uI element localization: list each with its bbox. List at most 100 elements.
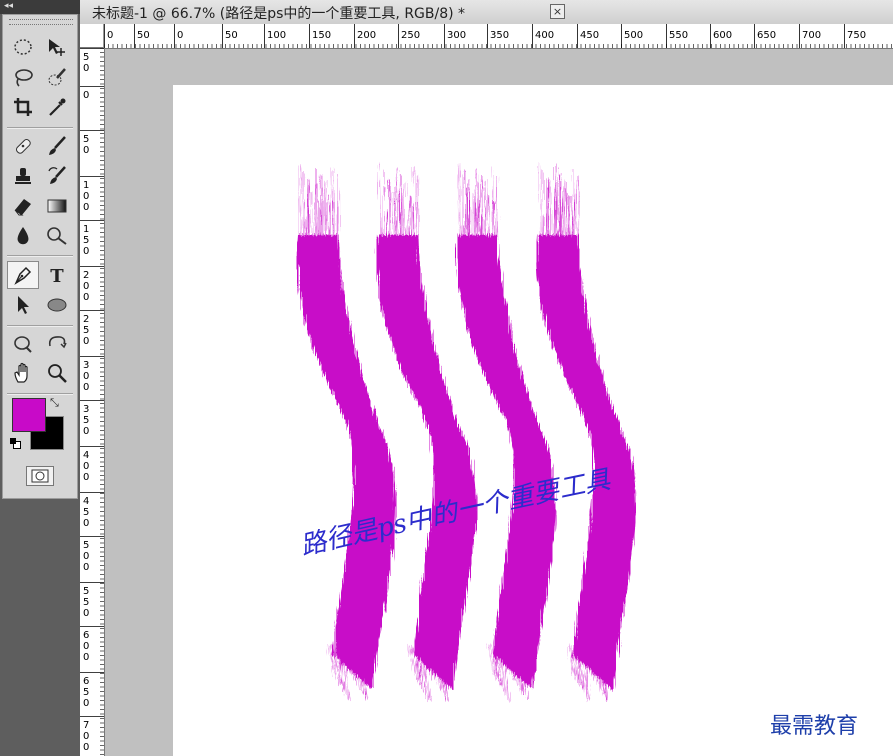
- brush-tool-button[interactable]: [41, 132, 73, 160]
- document-canvas[interactable]: 路径是ps中的一个重要工具: [173, 85, 893, 756]
- ellipse-tool-button[interactable]: [41, 291, 73, 319]
- ruler-label: 3: [83, 404, 89, 415]
- stamp-icon: [15, 168, 31, 184]
- lasso-tool-button[interactable]: [7, 63, 39, 91]
- ruler-label: 0: [83, 426, 89, 437]
- toolbox-header[interactable]: ◂◂: [0, 0, 80, 14]
- ruler-label: 0: [83, 90, 89, 101]
- lasso-icon: [15, 69, 33, 87]
- history-brush-tool-button[interactable]: [41, 162, 73, 190]
- quick-selection-tool-button[interactable]: [41, 63, 73, 91]
- dodge-icon: [47, 227, 67, 245]
- toolbox-divider: [7, 325, 73, 327]
- ruler-label: 600: [713, 30, 732, 41]
- horizontal-ruler[interactable]: 0 50 0 50 100 150 200 250 300 350 400 450 500 550 600 6…: [104, 24, 893, 49]
- ruler-label: 250: [401, 30, 420, 41]
- ruler-label: 0: [83, 461, 89, 472]
- ruler-label: 1: [83, 224, 89, 235]
- ruler-label: 0: [83, 742, 89, 753]
- ruler-label: 5: [83, 597, 89, 608]
- move-tool-button[interactable]: [41, 33, 73, 61]
- brush-stroke: [377, 235, 476, 690]
- type-tool-button[interactable]: T: [41, 261, 73, 289]
- brush-stroke: [537, 235, 636, 690]
- ruler-label: 0: [83, 518, 89, 529]
- zoom-tool-button[interactable]: [41, 359, 73, 387]
- path-selection-tool-button[interactable]: [7, 291, 39, 319]
- vertical-ruler[interactable]: 5005010015020025030035040045050055060065…: [80, 48, 105, 756]
- ruler-label: 1: [83, 180, 89, 191]
- toolbox: ◂◂ T ⤡: [0, 0, 80, 756]
- ruler-label: 6: [83, 676, 89, 687]
- ruler-label: 4: [83, 450, 89, 461]
- ruler-label: 0: [107, 30, 113, 41]
- water-drop-icon: [17, 227, 29, 245]
- blur-tool-button[interactable]: [7, 222, 39, 250]
- ruler-label: 5: [83, 507, 89, 518]
- eraser-tool-button[interactable]: [7, 192, 39, 220]
- ruler-label: 0: [83, 336, 89, 347]
- ruler-label: 5: [83, 415, 89, 426]
- ruler-label: 0: [83, 472, 89, 483]
- svg-text:T: T: [50, 266, 64, 286]
- watermark: 最需教育: [770, 714, 859, 739]
- ruler-label: 650: [757, 30, 776, 41]
- brush-stroke: [457, 235, 556, 690]
- gradient-tool-button[interactable]: [41, 192, 73, 220]
- ruler-label: 4: [83, 496, 89, 507]
- ruler-label: 50: [225, 30, 238, 41]
- brush-stroke: [297, 235, 396, 690]
- ruler-label: 2: [83, 314, 89, 325]
- default-colors-icon[interactable]: [10, 438, 21, 449]
- ruler-label: 0: [83, 292, 89, 303]
- panel-grip[interactable]: [9, 19, 73, 25]
- eraser-icon: [14, 199, 31, 216]
- hand-tool-button[interactable]: [7, 359, 39, 387]
- eyedropper-tool-button[interactable]: [41, 93, 73, 121]
- move-icon: [49, 39, 65, 56]
- 3d-orbit-tool-button[interactable]: [41, 329, 73, 357]
- ruler-label: 300: [447, 30, 466, 41]
- ruler-label: 350: [490, 30, 509, 41]
- ruler-label: 6: [83, 630, 89, 641]
- close-document-button[interactable]: ×: [550, 4, 565, 19]
- quick-mask-button[interactable]: [26, 466, 54, 486]
- ruler-label: 5: [83, 52, 89, 63]
- 3d-rotate-icon: [14, 336, 32, 353]
- crop-tool-button[interactable]: [7, 93, 39, 121]
- marquee-tool-button[interactable]: [7, 33, 39, 61]
- ruler-label: 700: [802, 30, 821, 41]
- canvas-artwork: 路径是ps中的一个重要工具: [297, 164, 636, 701]
- gradient-icon: [47, 199, 67, 213]
- clone-stamp-tool-button[interactable]: [7, 162, 39, 190]
- hand-icon: [14, 362, 28, 383]
- toolbox-divider: [7, 255, 73, 257]
- document-tab[interactable]: 未标题-1 @ 66.7% (路径是ps中的一个重要工具, RGB/8) * ×: [80, 0, 893, 25]
- ruler-label: 750: [847, 30, 866, 41]
- ruler-label: 0: [83, 731, 89, 742]
- ruler-label: 5: [83, 687, 89, 698]
- ruler-label: 0: [83, 246, 89, 257]
- ruler-label: 400: [535, 30, 554, 41]
- pen-tool-button[interactable]: [7, 261, 39, 289]
- ruler-label: 0: [83, 698, 89, 709]
- ruler-label: 0: [83, 371, 89, 382]
- ruler-label: 0: [83, 608, 89, 619]
- ruler-label: 450: [580, 30, 599, 41]
- arrow-cursor-icon: [18, 296, 29, 314]
- collapse-toolbox-button[interactable]: ◂◂: [4, 1, 13, 11]
- ruler-origin[interactable]: [80, 24, 104, 48]
- swap-colors-icon[interactable]: ⤡: [50, 396, 59, 410]
- foreground-color-swatch[interactable]: [12, 398, 46, 432]
- toolbox-divider: [7, 393, 73, 395]
- ruler-label: 0: [83, 551, 89, 562]
- bandage-icon: [15, 138, 31, 154]
- ruler-label: 2: [83, 270, 89, 281]
- dodge-tool-button[interactable]: [41, 222, 73, 250]
- ruler-label: 150: [312, 30, 331, 41]
- 3d-rotate-tool-button[interactable]: [7, 329, 39, 357]
- ruler-label: 3: [83, 360, 89, 371]
- healing-brush-tool-button[interactable]: [7, 132, 39, 160]
- ruler-label: 7: [83, 720, 89, 731]
- ellipse-shape-icon: [47, 298, 67, 312]
